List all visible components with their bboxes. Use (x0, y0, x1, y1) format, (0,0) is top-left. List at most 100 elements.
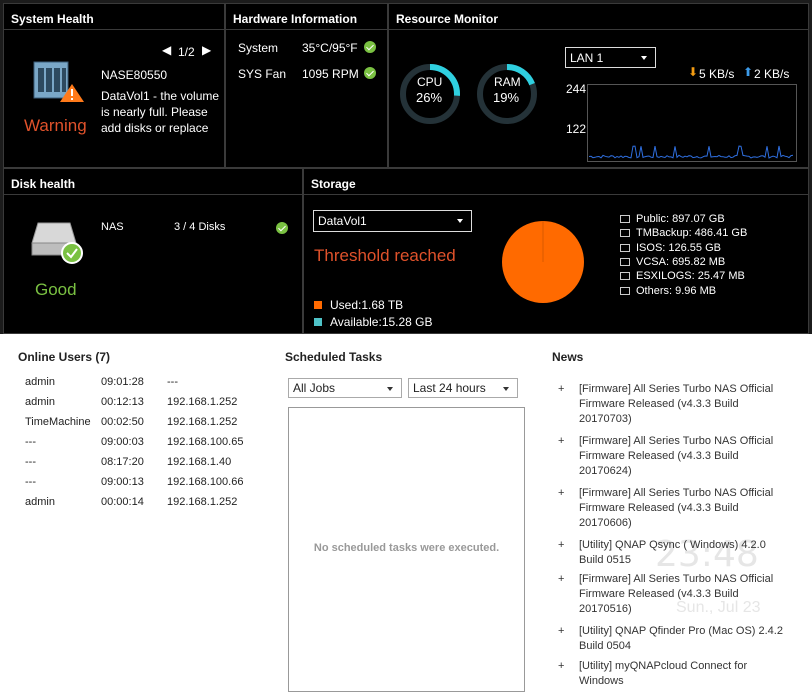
fan-ok-icon (364, 67, 376, 79)
range-select[interactable]: Last 24 hours (408, 378, 518, 398)
disk-device: NAS (101, 221, 124, 233)
jobs-select-value: All Jobs (293, 381, 336, 395)
user-ip: 192.168.1.40 (167, 456, 232, 468)
user-name: admin (25, 396, 55, 408)
available-label: Available:15.28 GB (330, 315, 433, 329)
ram-label: RAM (494, 75, 521, 89)
chevron-down-icon (503, 387, 509, 391)
folder-icon (620, 243, 630, 252)
no-tasks-message: No scheduled tasks were executed. (313, 542, 500, 554)
tasks-box: No scheduled tasks were executed. (288, 407, 525, 692)
pager-indicator: 1/2 (178, 45, 195, 59)
volume-select[interactable]: DataVol1 (313, 210, 472, 232)
disk-status: Good (35, 280, 77, 299)
user-ip: 192.168.1.252 (167, 416, 238, 428)
folder-item: Public: 897.07 GB (620, 213, 725, 225)
user-time: 09:01:28 (101, 376, 144, 388)
news-line: 20170624) (579, 465, 632, 477)
y-tick-244: 244 (566, 82, 587, 96)
plus-icon: + (558, 383, 565, 395)
plus-icon: + (558, 539, 565, 551)
news-item[interactable]: + [Utility] myQNAPcloud Connect for Window… (558, 659, 747, 689)
folder-item: TMBackup: 486.41 GB (620, 227, 747, 239)
folder-item: ESXILOGS: 25.47 MB (620, 270, 745, 282)
hw-system-value: 35°C/95°F (302, 41, 358, 55)
cpu-value: 26% (416, 90, 443, 105)
news-line: Firmware Released (v4.3.3 Build (579, 502, 739, 514)
lan-select-value: LAN 1 (570, 51, 604, 65)
table-row: --- 09:00:03 192.168.100.65 (25, 436, 275, 452)
news-item[interactable]: + [Utility] QNAP Qfinder Pro (Mac OS) 2.4… (558, 624, 783, 654)
folder-icon (620, 215, 630, 223)
user-ip: 192.168.1.252 (167, 496, 238, 508)
range-select-value: Last 24 hours (413, 381, 486, 395)
upload-arrow-icon: ⬆ (743, 65, 754, 79)
upload-rate: 2 KB/s (754, 67, 790, 81)
scheduled-tasks-title: Scheduled Tasks (285, 350, 383, 364)
nas-device-icon (33, 61, 84, 102)
table-row: admin 00:12:13 192.168.1.252 (25, 396, 275, 412)
plus-icon: + (558, 487, 565, 499)
folder-label: Others: 9.96 MB (636, 284, 717, 297)
news-line: Build 0504 (579, 640, 631, 652)
news-line: 20170606) (579, 517, 632, 529)
disk-health-panel: Disk health NAS 3 / 4 Disks Good (3, 168, 303, 334)
user-name: admin (25, 496, 55, 508)
folder-icon (620, 286, 630, 295)
storage-title: Storage (304, 169, 808, 195)
news-line: [Firmware] All Series Turbo NAS Official (579, 573, 774, 585)
table-row: --- 09:00:13 192.168.100.66 (25, 476, 275, 492)
folder-label: Public: 897.07 GB (636, 213, 725, 225)
news-item[interactable]: + [Utility] QNAP Qsync ( Windows) 4.2.0 Bu… (558, 538, 766, 568)
folder-item: ISOS: 126.55 GB (620, 242, 721, 254)
news-item[interactable]: + [Firmware] All Series Turbo NAS Officia… (558, 382, 773, 427)
system-health-panel: System Health ◀ 1/2 ▶ NASE80550 DataVol1… (3, 3, 225, 168)
hardware-panel: Hardware Information System 35°C/95°F SY… (225, 3, 388, 168)
user-name: admin (25, 376, 55, 388)
news-line: [Utility] QNAP Qfinder Pro (Mac OS) 2.4.… (579, 625, 783, 637)
news-item[interactable]: + [Firmware] All Series Turbo NAS Officia… (558, 572, 773, 617)
news-line: [Firmware] All Series Turbo NAS Official (579, 383, 774, 395)
folder-label: VCSA: 695.82 MB (636, 255, 726, 268)
jobs-select[interactable]: All Jobs (288, 378, 402, 398)
resource-panel: Resource Monitor CPU 26% RAM 19% LAN 1 ⬇… (388, 3, 809, 168)
disk-health-title: Disk health (4, 169, 302, 195)
plus-icon: + (558, 573, 565, 585)
user-time: 08:17:20 (101, 456, 144, 468)
news-item[interactable]: + [Firmware] All Series Turbo NAS Officia… (558, 486, 773, 531)
disk-ok-icon (276, 222, 288, 234)
storage-panel: Storage DataVol1 Threshold reached Used:… (303, 168, 809, 334)
folder-label: TMBackup: 486.41 GB (636, 227, 748, 240)
ram-value: 19% (493, 90, 520, 105)
download-rate: 5 KB/s (699, 67, 735, 81)
news-line: Firmware Released (v4.3.3 Build (579, 588, 739, 600)
network-chart (587, 84, 797, 162)
next-page-icon[interactable]: ▶ (202, 43, 211, 57)
table-row: admin 00:00:14 192.168.1.252 (25, 496, 275, 512)
user-name: TimeMachine (25, 416, 91, 428)
plus-icon: + (558, 660, 565, 672)
health-status: Warning (24, 116, 87, 135)
prev-page-icon[interactable]: ◀ (162, 43, 171, 57)
used-label: Used:1.68 TB (330, 298, 404, 312)
folder-icon (620, 272, 630, 281)
plus-icon: + (558, 625, 565, 637)
folder-label: ESXILOGS: 25.47 MB (636, 270, 745, 283)
user-name: --- (25, 456, 36, 468)
chevron-down-icon (641, 56, 647, 60)
user-name: --- (25, 436, 36, 448)
user-ip: 192.168.1.252 (167, 396, 238, 408)
online-users-title: Online Users (7) (18, 350, 111, 364)
lan-select[interactable]: LAN 1 (565, 47, 656, 68)
news-line: [Utility] myQNAPcloud Connect for (579, 660, 748, 672)
folder-item: Others: 9.96 MB (620, 285, 716, 297)
folder-icon (620, 257, 630, 266)
news-line: Build 0515 (579, 554, 631, 566)
storage-pie (502, 221, 584, 303)
news-line: 20170516) (579, 603, 632, 615)
user-time: 00:00:14 (101, 496, 144, 508)
user-time: 00:12:13 (101, 396, 144, 408)
folder-label: ISOS: 126.55 GB (636, 241, 721, 254)
volume-select-value: DataVol1 (318, 214, 367, 228)
news-item[interactable]: + [Firmware] All Series Turbo NAS Officia… (558, 434, 773, 479)
